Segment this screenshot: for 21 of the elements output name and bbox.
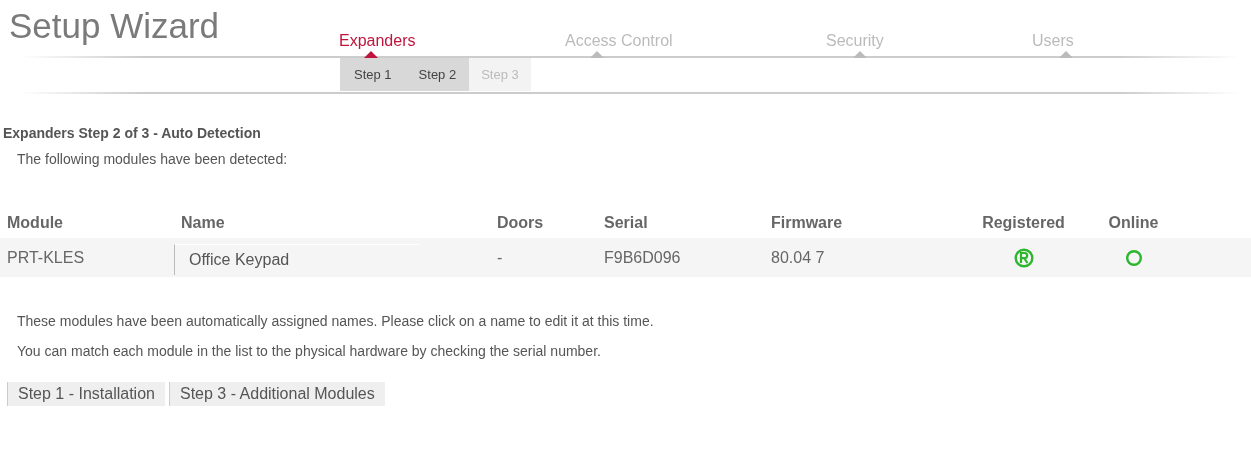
column-header: Online (1107, 214, 1160, 232)
table-cell-text: F9B6D096 (603, 248, 682, 267)
step-button[interactable]: Step 1 - Installation (7, 382, 165, 406)
section-heading: Expanders Step 2 of 3 - Auto Detection (3, 125, 262, 141)
intro-text: The following modules have been detected: (17, 151, 289, 167)
table-cell-text: 80.04 7 (770, 248, 826, 267)
column-header: Registered (981, 214, 1066, 232)
column-header: Name (180, 214, 226, 232)
column-header: Doors (496, 214, 545, 232)
column-header: Firmware (770, 214, 844, 232)
column-header: Module (6, 214, 64, 232)
note-text: These modules have been automatically assigned names. Please click on a name to edit it at this time. (17, 313, 655, 329)
step-button[interactable]: Step 3 - Additional Modules (168, 382, 385, 406)
column-header: Serial (603, 214, 649, 232)
page-title: Setup Wizard (8, 6, 221, 46)
note-text: You can match each module in the list to the physical hardware by checking the serial number. (17, 343, 602, 359)
table-cell-text: - (496, 248, 504, 267)
table-cell-text: PRT-KLES (6, 248, 86, 267)
step-tab[interactable]: Step 1 (340, 58, 405, 91)
name-field[interactable]: Office Keypad (174, 244, 419, 275)
step-tab[interactable]: Step 2 (404, 58, 470, 91)
